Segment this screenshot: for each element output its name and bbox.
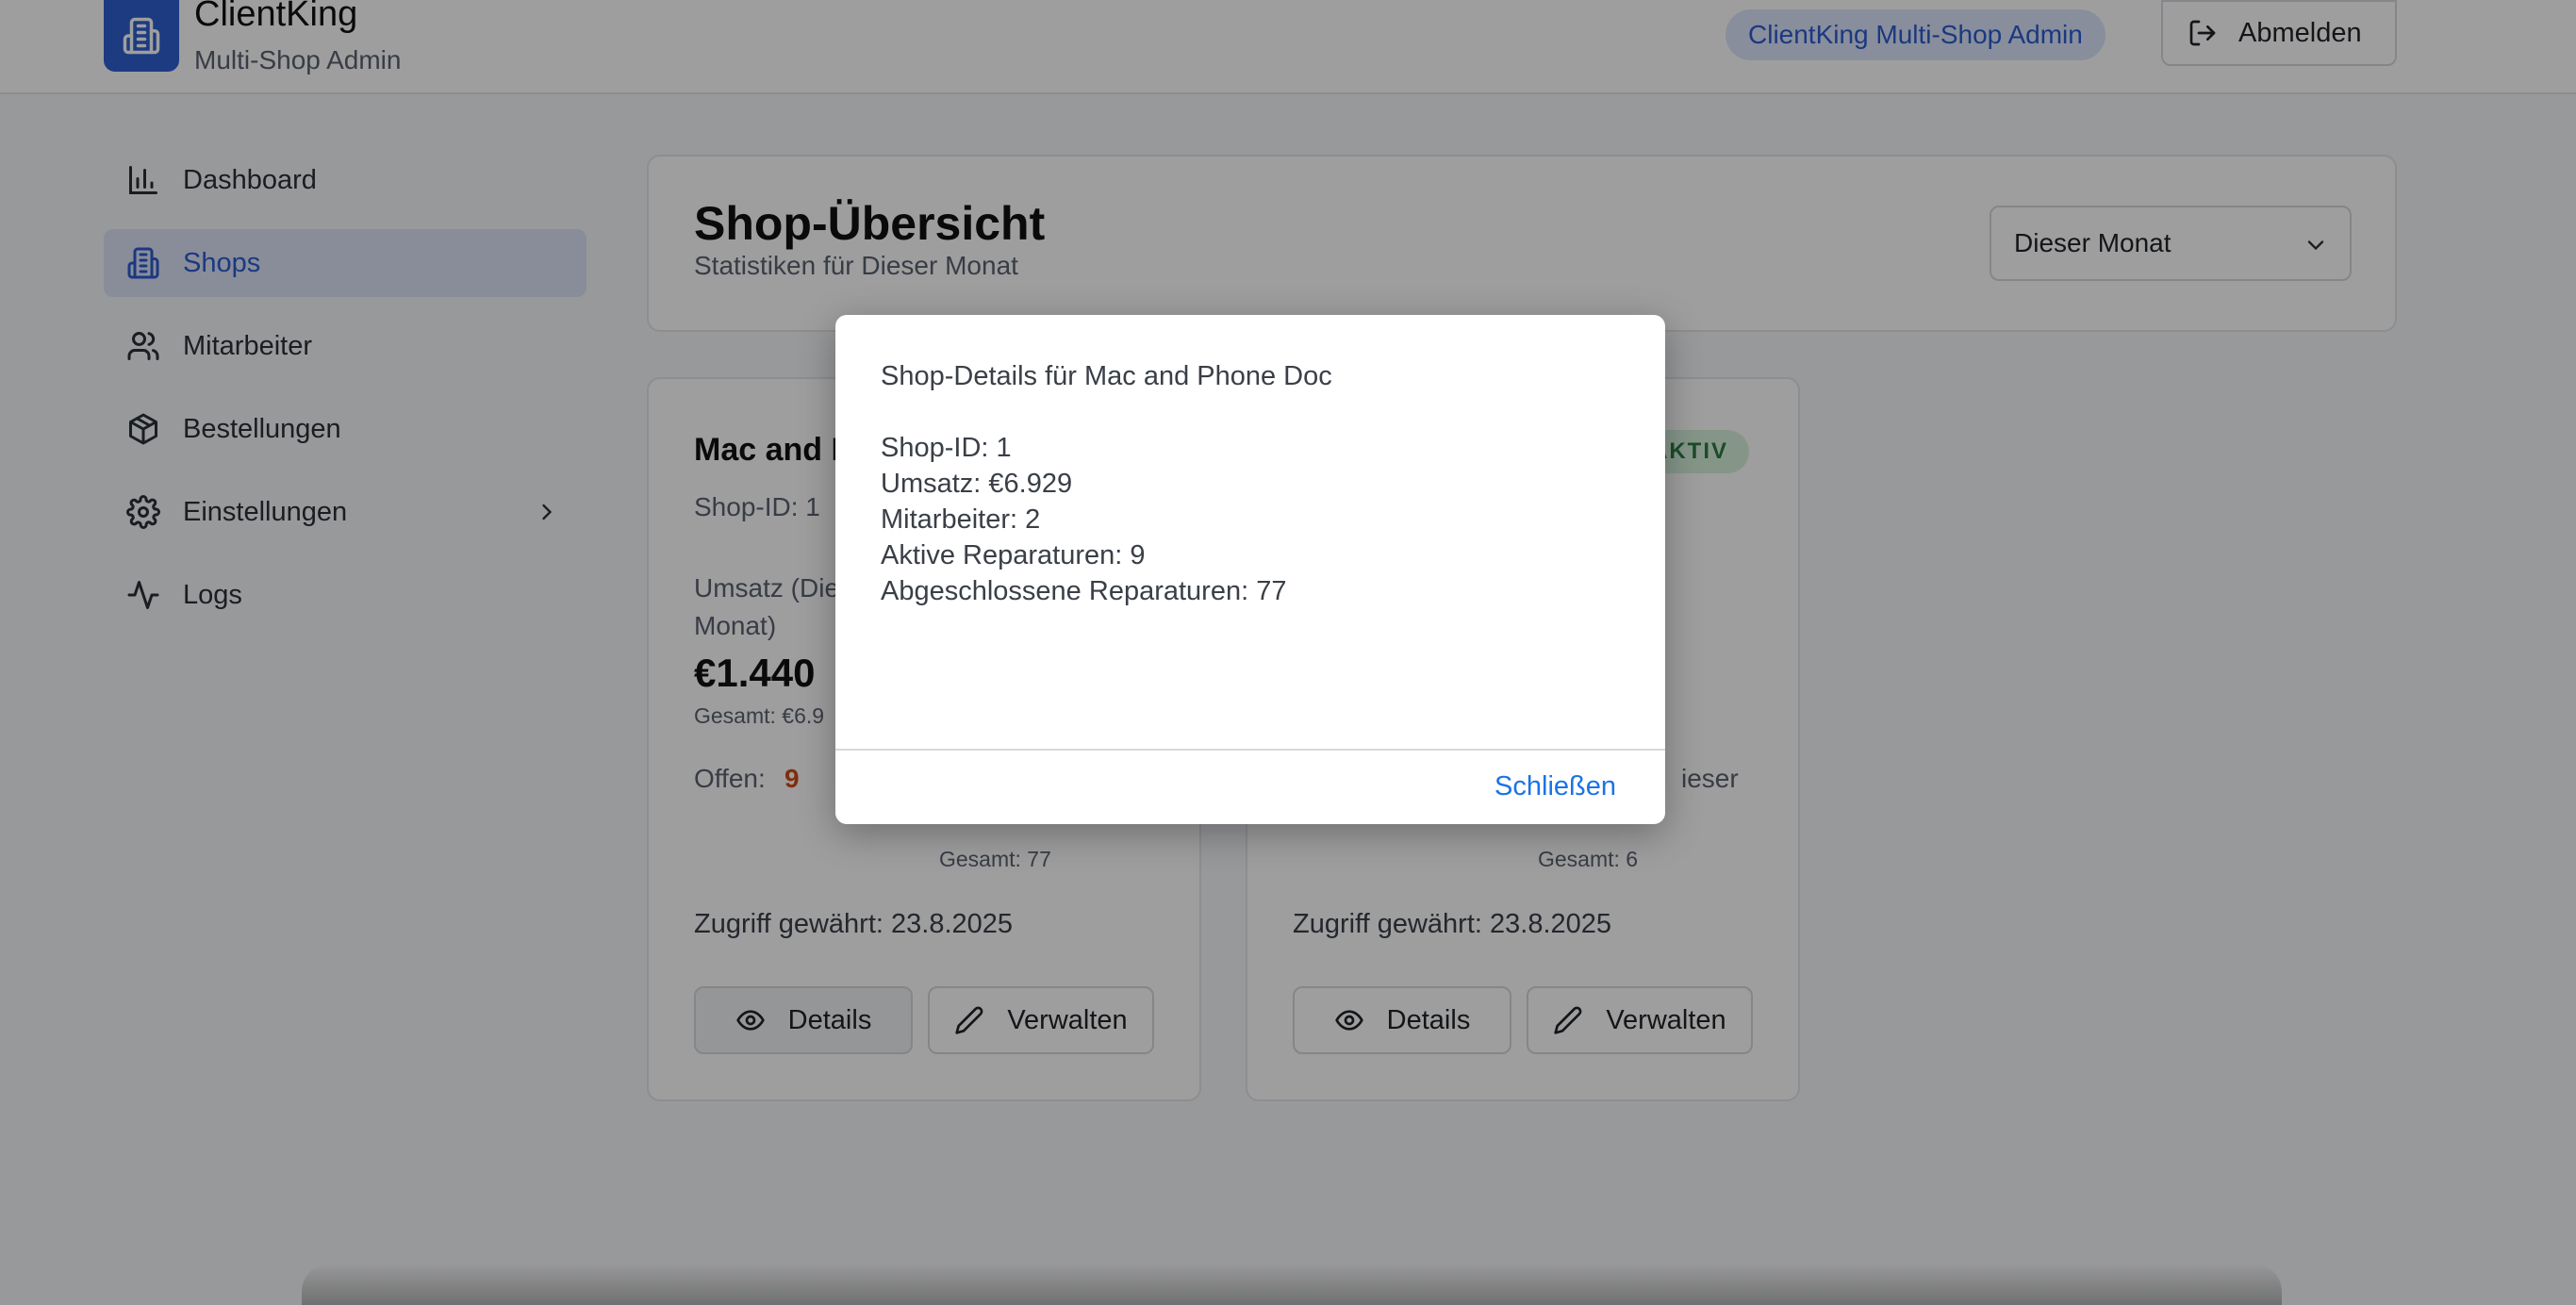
- close-button[interactable]: Schließen: [1494, 771, 1616, 802]
- shop-details-dialog: Shop-Details für Mac and Phone Doc Shop-…: [835, 315, 1665, 824]
- dialog-body: Shop-Details für Mac and Phone Doc Shop-…: [881, 358, 1332, 609]
- dialog-line-completed-repairs: Abgeschlossene Reparaturen: 77: [881, 576, 1287, 606]
- dialog-line-active-repairs: Aktive Reparaturen: 9: [881, 540, 1146, 570]
- dialog-line-revenue: Umsatz: €6.929: [881, 469, 1073, 499]
- dialog-line-employees: Mitarbeiter: 2: [881, 504, 1041, 535]
- dialog-line-shop-id: Shop-ID: 1: [881, 433, 1012, 463]
- dialog-divider: [835, 749, 1665, 751]
- dialog-title: Shop-Details für Mac and Phone Doc: [881, 361, 1332, 391]
